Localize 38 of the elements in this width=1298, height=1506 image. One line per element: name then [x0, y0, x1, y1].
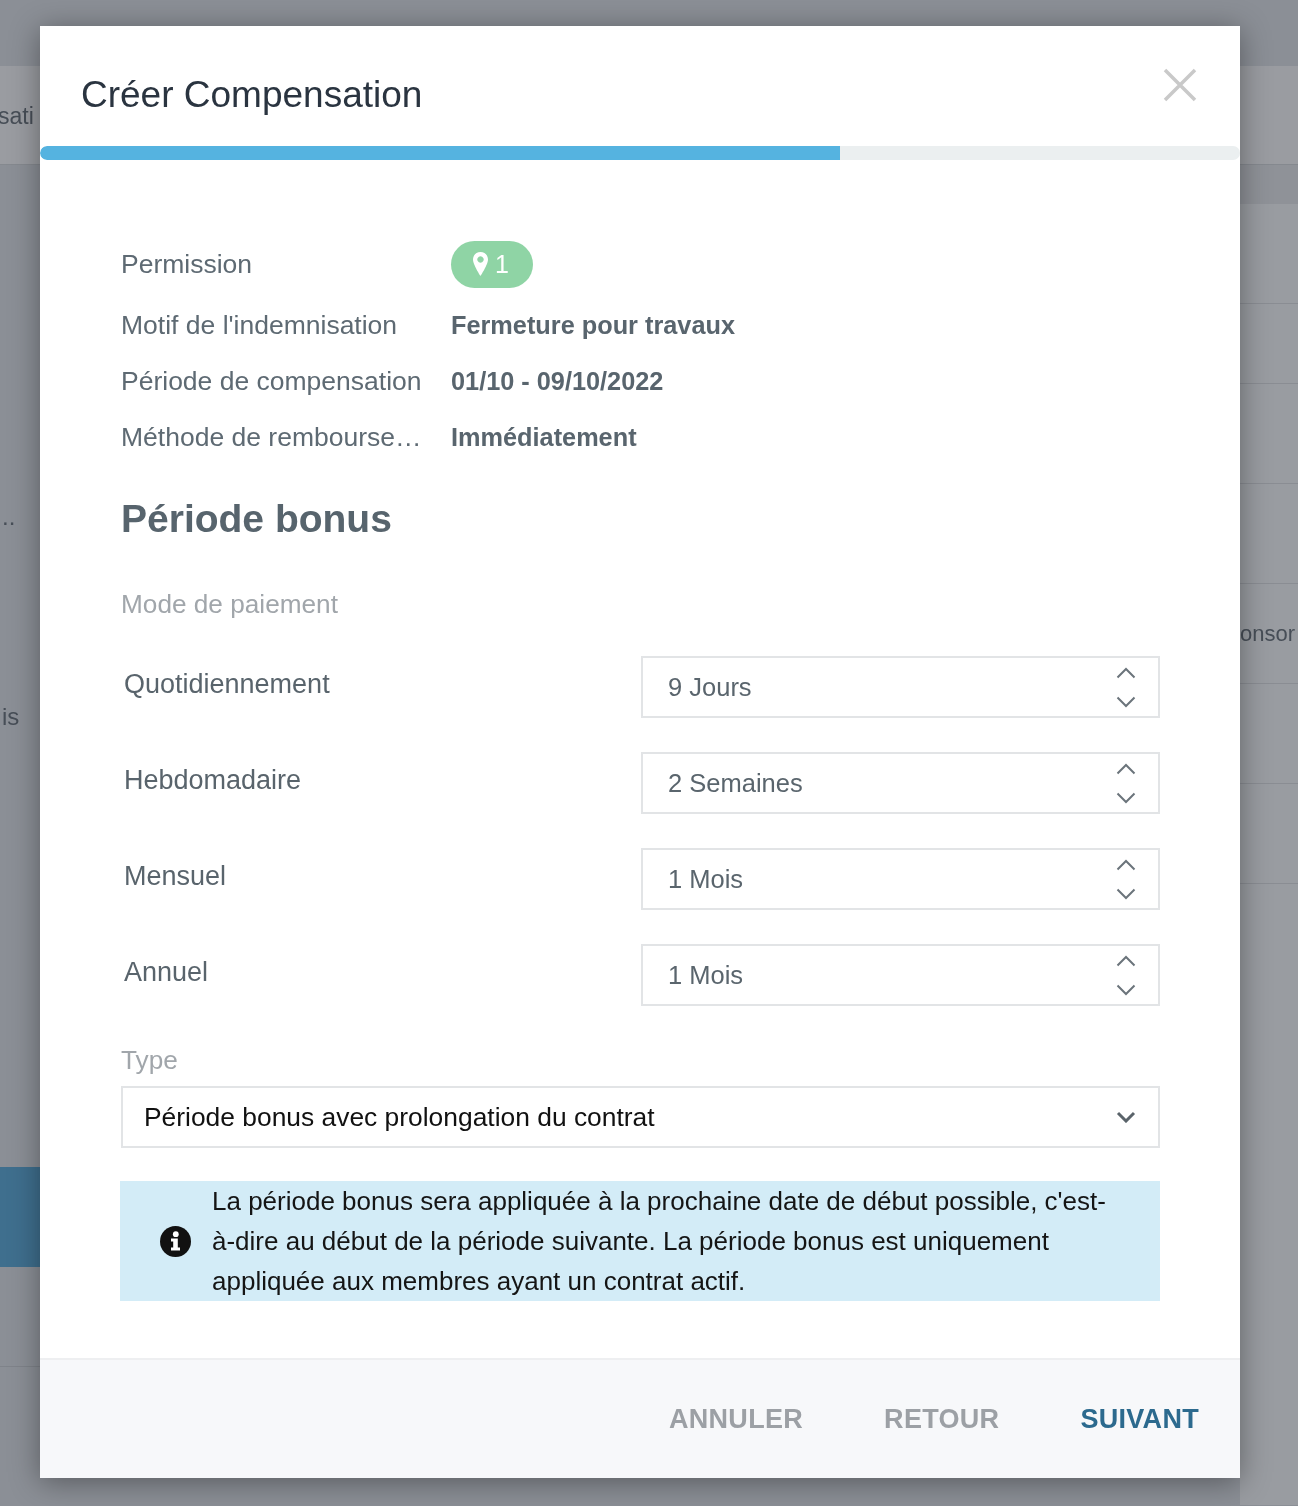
chevron-down-icon[interactable] — [1116, 887, 1136, 900]
map-pin-icon — [473, 252, 488, 276]
info-text: La période bonus sera appliquée à la prochaine date de début possible, c'est-à-dire au début de la période suivante. La période bonus est uniquement appliquée aux membres ayant un contrat actif. — [212, 1185, 1107, 1298]
field-label: Période de compensation — [121, 365, 423, 397]
close-icon — [1163, 68, 1197, 102]
duration-field[interactable]: 9 Jours — [641, 656, 1160, 718]
duration-field[interactable]: 2 Semaines — [641, 752, 1160, 814]
info-icon — [160, 1225, 191, 1257]
chevron-up-icon[interactable] — [1116, 954, 1136, 967]
badge-count: 1 — [495, 249, 509, 279]
background-row-text: is — [2, 703, 20, 731]
payment-mode-label: Mensuel — [124, 860, 227, 892]
chevron-down-icon — [1116, 1111, 1136, 1123]
chevron-down-icon[interactable] — [1116, 695, 1136, 708]
chevron-up-icon[interactable] — [1116, 858, 1136, 871]
field-value: Fermeture pour travaux — [451, 310, 735, 340]
duration-field[interactable]: 1 Mois — [641, 848, 1160, 910]
field-label: Type — [121, 1045, 178, 1075]
next-button[interactable]: SUIVANT — [1060, 1389, 1219, 1449]
duration-field[interactable]: 1 Mois — [641, 944, 1160, 1006]
payment-mode-label: Quotidiennement — [124, 668, 330, 700]
chevron-up-icon[interactable] — [1116, 666, 1136, 679]
dialog-title: Créer Compensation — [81, 73, 423, 117]
field-label: Motif de l'indemnisation — [121, 309, 399, 341]
chevron-up-icon[interactable] — [1116, 762, 1136, 775]
field-label: Permission — [121, 248, 254, 280]
payment-mode-label: Hebdomadaire — [124, 764, 302, 796]
section-heading: Période bonus — [121, 496, 393, 542]
chevron-down-icon[interactable] — [1116, 791, 1136, 804]
field-value: Immédiatement — [451, 422, 637, 452]
subsection-label: Mode de paiement — [121, 589, 338, 619]
background-row-text: .. — [2, 503, 16, 531]
payment-mode-label: Annuel — [124, 956, 209, 988]
chevron-down-icon[interactable] — [1116, 983, 1136, 996]
field-value: 01/10 - 09/10/2022 — [451, 366, 664, 396]
field-label: Méthode de rembourse… — [121, 421, 423, 453]
background-row-text: onsor — [1240, 620, 1296, 647]
type-select[interactable]: Période bonus avec prolongation du contrat — [121, 1086, 1160, 1148]
